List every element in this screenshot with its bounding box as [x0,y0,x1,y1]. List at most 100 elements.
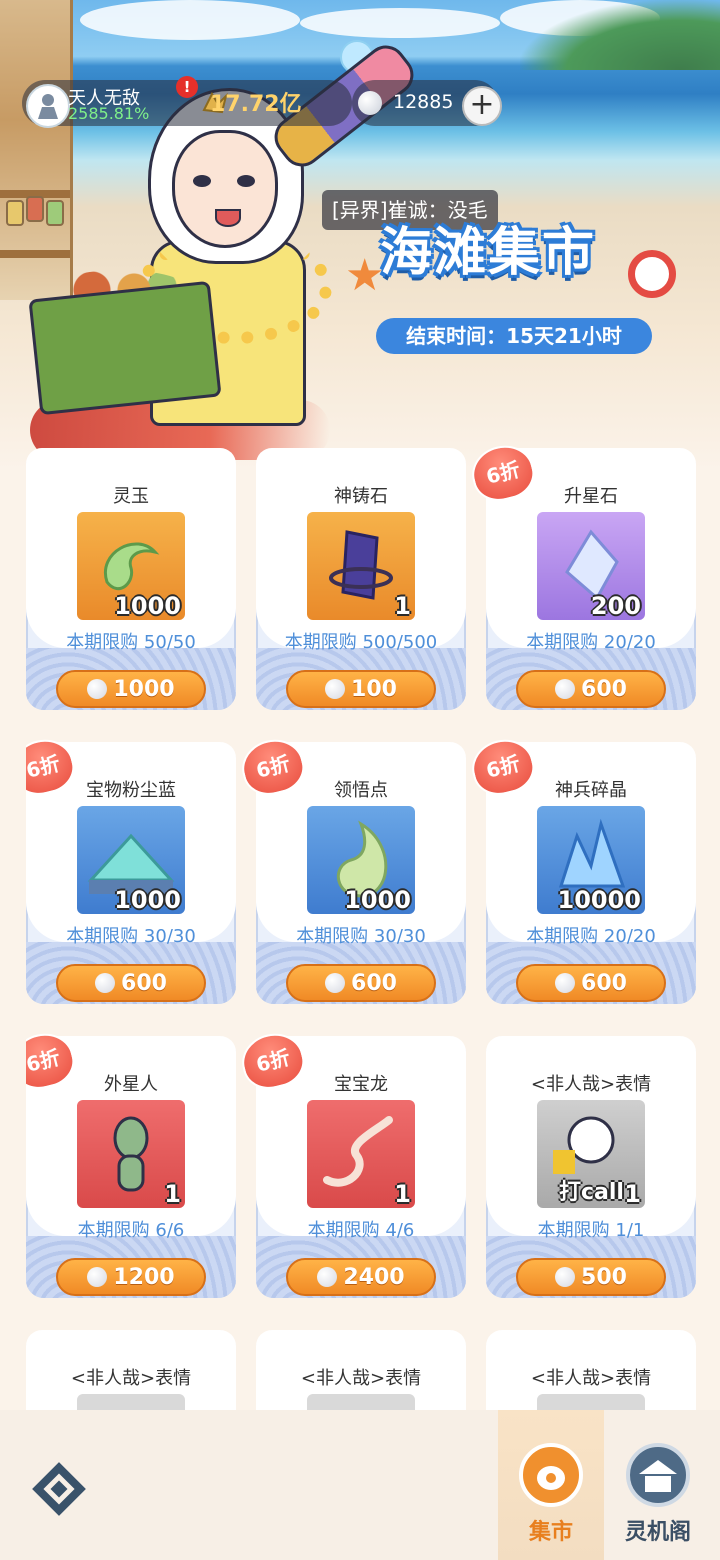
event-title: 海滩集市 [380,223,597,283]
treasure-dust-icon: 1000 [77,806,185,914]
starfish-icon: ★ [345,250,385,301]
buy-button[interactable]: 500 [516,1258,666,1296]
pearl-icon [358,91,382,115]
island-illustration [520,0,720,70]
buy-button[interactable]: 2400 [286,1258,436,1296]
price-value: 600 [581,970,627,996]
purchase-limit: 本期限购 50/50 [66,632,196,653]
shop-item-card[interactable]: 领悟点 1000 本期限购 30/30 600 6折 [236,733,466,1004]
price-value: 600 [121,970,167,996]
buy-button[interactable]: 1000 [56,670,206,708]
weapon-crystal-icon: 10000 [537,806,645,914]
purchase-limit: 本期限购 30/30 [66,926,196,947]
purchase-limit: 本期限购 20/20 [526,926,656,947]
buy-button[interactable]: 1200 [56,1258,206,1296]
purchase-limit: 本期限购 500/500 [284,632,438,653]
shop-item-card[interactable]: <非人哉>表情 打call 1 本期限购 1/1 500 [486,1036,696,1298]
pearl-icon [555,973,576,993]
shop-item-card[interactable]: <非人哉>表情 [486,1330,696,1410]
item-quantity: 1000 [114,886,181,914]
notification-badge[interactable]: ! [176,76,198,98]
shop-item-card[interactable]: 神兵碎晶 10000 本期限购 20/20 600 6折 [466,733,696,1004]
sticker-icon [537,1394,645,1410]
warrior-icon [38,94,58,119]
purchase-limit: 本期限购 4/6 [307,1220,415,1241]
item-quantity: 200 [590,592,641,620]
price-value: 500 [581,1264,627,1290]
pearl-icon [87,1267,108,1287]
shop-item-card[interactable]: <非人哉>表情 [26,1330,236,1410]
nav-tab-market[interactable]: 集市 [501,1440,601,1546]
nav-label-lingji: 灵机阁 [624,1520,691,1545]
item-name: <非人哉>表情 [530,1074,652,1095]
pearl-icon [555,1267,576,1287]
rank-avatar[interactable] [26,84,70,128]
menu-icon[interactable] [26,1456,92,1522]
buy-button[interactable]: 600 [286,964,436,1002]
item-name: 神铸石 [334,486,388,507]
price-value: 600 [351,970,397,996]
pearl-icon [317,1267,338,1287]
item-quantity: 1000 [114,592,181,620]
market-icon [519,1443,583,1507]
sticker-icon [77,1394,185,1410]
item-name: 灵玉 [113,486,149,507]
pearl-icon [95,973,116,993]
shop-item-card[interactable]: 外星人 1 本期限购 6/6 1200 6折 [26,1027,236,1298]
shop-item-card[interactable]: 神铸石 1 本期限购 500/500 100 [256,448,466,710]
forge-stone-icon: 1 [307,512,415,620]
shop-item-card[interactable]: <非人哉>表情 [256,1330,466,1410]
character-illustration [28,37,422,470]
purchase-limit: 本期限购 30/30 [296,926,426,947]
pearl-icon [325,679,346,699]
shop-item-card[interactable]: 升星石 200 本期限购 20/20 600 6折 [466,442,696,710]
pavilion-icon [626,1443,690,1507]
shop-item-card[interactable]: 宝宝龙 1 本期限购 4/6 2400 6折 [236,1027,466,1298]
pearl-count: 12885 [393,91,454,113]
insight-point-icon: 1000 [307,806,415,914]
add-pearls-button[interactable]: + [462,86,502,126]
price-value: 1000 [113,676,175,702]
nav-tab-lingji[interactable]: 灵机阁 [608,1440,708,1546]
price-value: 600 [581,676,627,702]
item-name: <非人哉>表情 [300,1368,422,1389]
item-quantity: 1 [164,1180,181,1208]
alien-icon: 1 [77,1100,185,1208]
baby-dragon-icon: 1 [307,1100,415,1208]
nav-label-market: 集市 [528,1520,573,1545]
item-name: <非人哉>表情 [530,1368,652,1389]
item-quantity: 1 [624,1180,641,1208]
item-name: <非人哉>表情 [70,1368,192,1389]
buy-button[interactable]: 600 [56,964,206,1002]
pearl-icon [555,679,576,699]
buy-button[interactable]: 100 [286,670,436,708]
sticker-icon [307,1394,415,1410]
buy-button[interactable]: 600 [516,670,666,708]
cloud [80,0,300,40]
gold-amount: 17.72亿 [210,92,302,117]
purchase-limit: 本期限购 20/20 [526,632,656,653]
item-quantity: 1000 [344,886,411,914]
price-value: 1200 [113,1264,175,1290]
price-value: 100 [351,676,397,702]
buy-button[interactable]: 600 [516,964,666,1002]
life-ring-icon [628,250,676,298]
pearl-icon [325,973,346,993]
pearl-icon [87,679,108,699]
purchase-limit: 本期限购 6/6 [77,1220,185,1241]
item-quantity: 1 [394,592,411,620]
cloud [300,8,500,38]
purchase-limit: 本期限购 1/1 [537,1220,645,1241]
jade-icon: 1000 [77,512,185,620]
price-value: 2400 [343,1264,405,1290]
event-end-time: 结束时间：15天21小时 [376,318,652,354]
item-quantity: 1 [394,1180,411,1208]
shop-item-card[interactable]: 灵玉 1000 本期限购 50/50 1000 [26,448,236,710]
star-stone-icon: 200 [537,512,645,620]
sticker-caption: 打call [559,1180,624,1205]
shop-item-card[interactable]: 宝物粉尘蓝 1000 本期限购 30/30 600 6折 [26,733,236,1004]
rank-percent: 2585.81% [68,104,150,123]
shop-grid: 灵玉 1000 本期限购 50/50 1000 神铸石 1 本期限购 500/5… [26,442,698,1410]
item-quantity: 10000 [557,886,642,914]
event-banner [0,0,720,470]
